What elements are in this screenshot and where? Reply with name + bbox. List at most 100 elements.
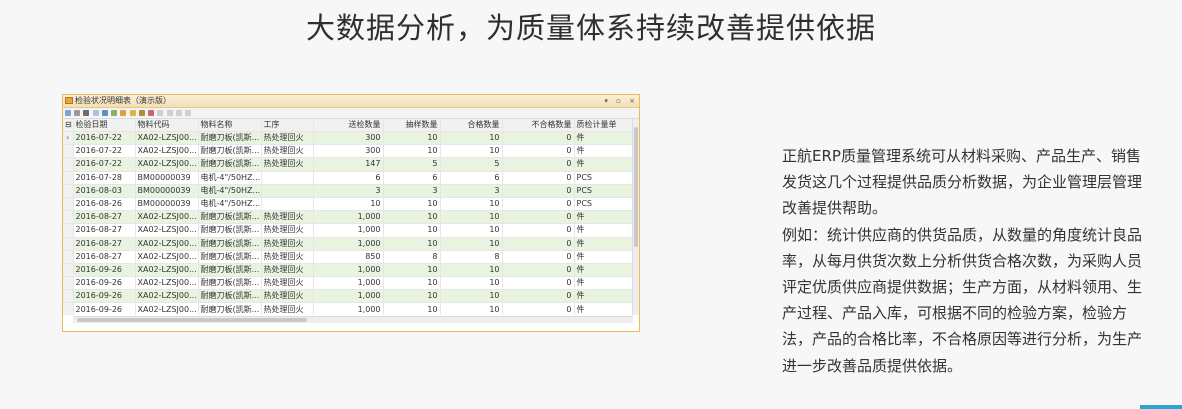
row-indicator[interactable]	[63, 302, 74, 315]
table-cell: 1,000	[313, 276, 384, 291]
table-cell	[261, 171, 314, 185]
table-cell: 6	[383, 171, 441, 185]
chart-icon[interactable]	[148, 110, 155, 116]
table-cell: 8	[383, 250, 441, 264]
col-header[interactable]: 质检计量单	[574, 119, 635, 132]
close-icon[interactable]: ×	[629, 97, 635, 105]
nav-prev-icon[interactable]	[166, 110, 173, 116]
row-indicator[interactable]	[63, 289, 74, 304]
export-icon[interactable]	[120, 110, 127, 116]
table-row[interactable]: › 2016-07-22 XA02-LZSJ00... 耐磨刀板(凯斯... 热处理回火…	[63, 131, 635, 146]
table-cell: 件	[574, 210, 635, 225]
table-cell: 件	[574, 263, 635, 278]
table-row[interactable]: 2016-09-26 XA02-LZSJ00... 耐磨刀板(凯斯... 热处理回火 1…	[63, 276, 635, 291]
row-indicator[interactable]	[63, 157, 74, 172]
table-row[interactable]: 2016-07-22 XA02-LZSJ00... 耐磨刀板(凯斯... 热处理回火 1…	[63, 157, 635, 172]
table-cell: 耐磨刀板(凯斯...	[198, 276, 262, 291]
col-header[interactable]: 送检数量	[313, 119, 384, 132]
table-cell: 耐磨刀板(凯斯...	[198, 250, 262, 264]
refresh-icon[interactable]	[65, 110, 71, 116]
nav-next-icon[interactable]	[175, 110, 182, 116]
table-row[interactable]: 2016-07-22 XA02-LZSJ00... 耐磨刀板(凯斯... 热处理回火 3…	[63, 144, 635, 159]
table-cell: 10	[440, 210, 503, 225]
table-cell: 1,000	[313, 263, 384, 278]
table-row[interactable]: 2016-08-03 BM00000039 电机-4"/50HZ... 3 3 3 0 PCS	[63, 184, 635, 198]
col-header[interactable]: 抽样数量	[383, 119, 441, 132]
row-indicator[interactable]	[63, 250, 74, 264]
minimize-icon[interactable]: ▾	[604, 97, 608, 105]
table-cell: 热处理回火	[261, 250, 314, 264]
table-cell: 10	[440, 276, 503, 291]
sort-icon[interactable]	[111, 110, 118, 116]
table-cell: XA02-LZSJ00...	[135, 223, 199, 238]
table-cell: 热处理回火	[261, 302, 314, 315]
filter-icon[interactable]	[101, 110, 108, 116]
col-header[interactable]: 合格数量	[440, 119, 503, 132]
row-indicator[interactable]	[63, 263, 74, 278]
lock-icon[interactable]	[138, 110, 145, 116]
row-indicator[interactable]	[63, 171, 74, 185]
table-row[interactable]: 2016-09-26 XA02-LZSJ00... 耐磨刀板(凯斯... 热处理回火 1…	[63, 263, 635, 278]
table-cell: 耐磨刀板(凯斯...	[198, 131, 262, 146]
copy-icon[interactable]	[92, 110, 99, 116]
table-cell: 热处理回火	[261, 210, 314, 225]
table-cell: 0	[502, 302, 575, 315]
settings-icon[interactable]	[129, 110, 136, 116]
table-cell	[261, 197, 314, 212]
table-cell: 10	[313, 197, 384, 212]
select-all-icon[interactable]: ⊟	[63, 119, 74, 132]
nav-first-icon[interactable]	[157, 110, 164, 116]
table-cell: 3	[313, 184, 384, 198]
row-indicator[interactable]	[63, 210, 74, 225]
table-cell: 10	[383, 223, 441, 238]
table-cell: 0	[502, 131, 575, 146]
table-cell: 热处理回火	[261, 263, 314, 278]
row-indicator[interactable]	[63, 276, 74, 291]
table-cell: 3	[440, 184, 503, 198]
nav-last-icon[interactable]	[185, 110, 192, 116]
inspection-grid[interactable]: ⊟ 检验日期 物料代码 物料名称 工序 送检数量 抽样数量 合格数量 不合格数量…	[63, 119, 635, 315]
table-row[interactable]: 2016-08-27 XA02-LZSJ00... 耐磨刀板(凯斯... 热处理回火 8…	[63, 250, 635, 264]
table-cell: 件	[574, 250, 635, 264]
table-cell: XA02-LZSJ00...	[135, 210, 199, 225]
table-row[interactable]: 2016-08-27 XA02-LZSJ00... 耐磨刀板(凯斯... 热处理回火 1…	[63, 210, 635, 225]
table-cell: BM00000039	[135, 197, 199, 212]
table-cell: 件	[574, 289, 635, 304]
table-row[interactable]: 2016-08-26 BM00000039 电机-4"/50HZ... 10 10 10 0…	[63, 197, 635, 212]
table-cell: 2016-09-26	[73, 276, 136, 291]
window-titlebar: 检验状况明细表（演示版） ▾ ▫ ×	[63, 95, 639, 108]
table-cell: 10	[383, 276, 441, 291]
row-indicator[interactable]: ›	[63, 131, 74, 146]
table-cell: 300	[313, 144, 384, 159]
table-cell: 10	[383, 197, 441, 212]
table-cell: BM00000039	[135, 184, 199, 198]
print-preview-icon[interactable]	[74, 110, 81, 116]
vertical-scrollbar[interactable]	[632, 119, 639, 315]
table-row[interactable]: 2016-09-26 XA02-LZSJ00... 耐磨刀板(凯斯... 热处理回火 1…	[63, 302, 635, 315]
row-indicator[interactable]	[63, 144, 74, 159]
table-cell: 电机-4"/50HZ...	[198, 171, 262, 185]
row-indicator[interactable]	[63, 184, 74, 198]
table-cell: PCS	[574, 171, 635, 185]
col-header[interactable]: 不合格数量	[502, 119, 575, 132]
row-indicator[interactable]	[63, 223, 74, 238]
table-row[interactable]: 2016-07-28 BM00000039 电机-4"/50HZ... 6 6 6 0 PCS	[63, 171, 635, 185]
col-header[interactable]: 物料代码	[135, 119, 199, 132]
col-header[interactable]: 工序	[261, 119, 314, 132]
table-row[interactable]: 2016-09-26 XA02-LZSJ00... 耐磨刀板(凯斯... 热处理回火 1…	[63, 289, 635, 304]
col-header[interactable]: 物料名称	[198, 119, 262, 132]
table-cell: 10	[440, 223, 503, 238]
row-indicator[interactable]	[63, 197, 74, 212]
table-row[interactable]: 2016-08-27 XA02-LZSJ00... 耐磨刀板(凯斯... 热处理回火 1…	[63, 237, 635, 251]
print-icon[interactable]	[83, 110, 90, 116]
table-row[interactable]: 2016-08-27 XA02-LZSJ00... 耐磨刀板(凯斯... 热处理回火 1…	[63, 223, 635, 238]
table-cell: 1,000	[313, 302, 384, 315]
horizontal-scrollbar[interactable]	[73, 316, 633, 323]
col-header[interactable]: 检验日期	[73, 119, 136, 132]
row-indicator[interactable]	[63, 237, 74, 251]
table-cell: 2016-09-26	[73, 289, 136, 304]
table-cell: 热处理回火	[261, 131, 314, 146]
description-paragraph: 例如：统计供应商的供货品质，从数量的角度统计良品率，从每月供货次数上分析供货合格…	[782, 225, 1143, 375]
table-cell: 0	[502, 197, 575, 212]
maximize-icon[interactable]: ▫	[616, 97, 621, 105]
